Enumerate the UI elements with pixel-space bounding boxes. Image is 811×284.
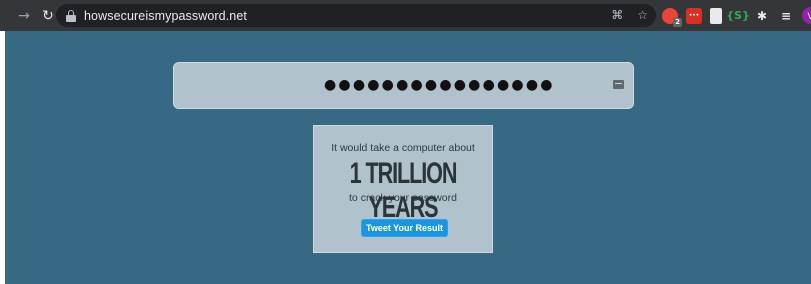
extension-badge: 2 (673, 17, 682, 27)
reload-icon: ↻ (42, 7, 54, 24)
extensions-bar: 2 ··· {S} ✱ ≡ V (662, 5, 811, 27)
browser-toolbar: → ↻ howsecureismypassword.net ⌘ ☆ 2 ··· … (0, 0, 811, 31)
media-queue-icon[interactable]: ≡ (778, 8, 794, 24)
result-panel: It would take a computer about 1 TRILLIO… (313, 125, 493, 253)
extension-shield-icon[interactable]: 2 (662, 7, 682, 27)
arrow-forward-icon: → (18, 7, 30, 24)
url-text[interactable]: howsecureismypassword.net (84, 9, 247, 23)
lock-icon[interactable] (66, 9, 76, 22)
star-icon[interactable]: ☆ (637, 6, 648, 25)
forward-button[interactable]: → (14, 6, 34, 26)
tweet-result-button[interactable]: Tweet Your Result (361, 219, 448, 237)
password-input[interactable]: ●●●●●●●●●●●●●●●● (173, 62, 634, 109)
extension-document-icon[interactable] (710, 7, 722, 24)
result-time: 1 TRILLION YEARS (349, 157, 458, 224)
profile-avatar[interactable]: V (802, 7, 811, 24)
reload-button[interactable]: ↻ (38, 6, 58, 26)
password-mask: ●●●●●●●●●●●●●●●● (324, 77, 555, 93)
extension-green-icon[interactable]: {S} (726, 8, 750, 24)
result-prefix: It would take a computer about (331, 142, 475, 154)
keyboard-icon[interactable] (613, 80, 624, 89)
qr-code-icon[interactable]: ⌘ (611, 6, 623, 25)
page-content: ●●●●●●●●●●●●●●●● It would take a compute… (5, 31, 811, 284)
extensions-puzzle-icon[interactable]: ✱ (754, 8, 770, 24)
address-bar[interactable]: howsecureismypassword.net ⌘ ☆ (56, 4, 656, 27)
result-suffix: to crack your password (349, 192, 457, 204)
extension-dots-icon[interactable]: ··· (686, 7, 702, 24)
